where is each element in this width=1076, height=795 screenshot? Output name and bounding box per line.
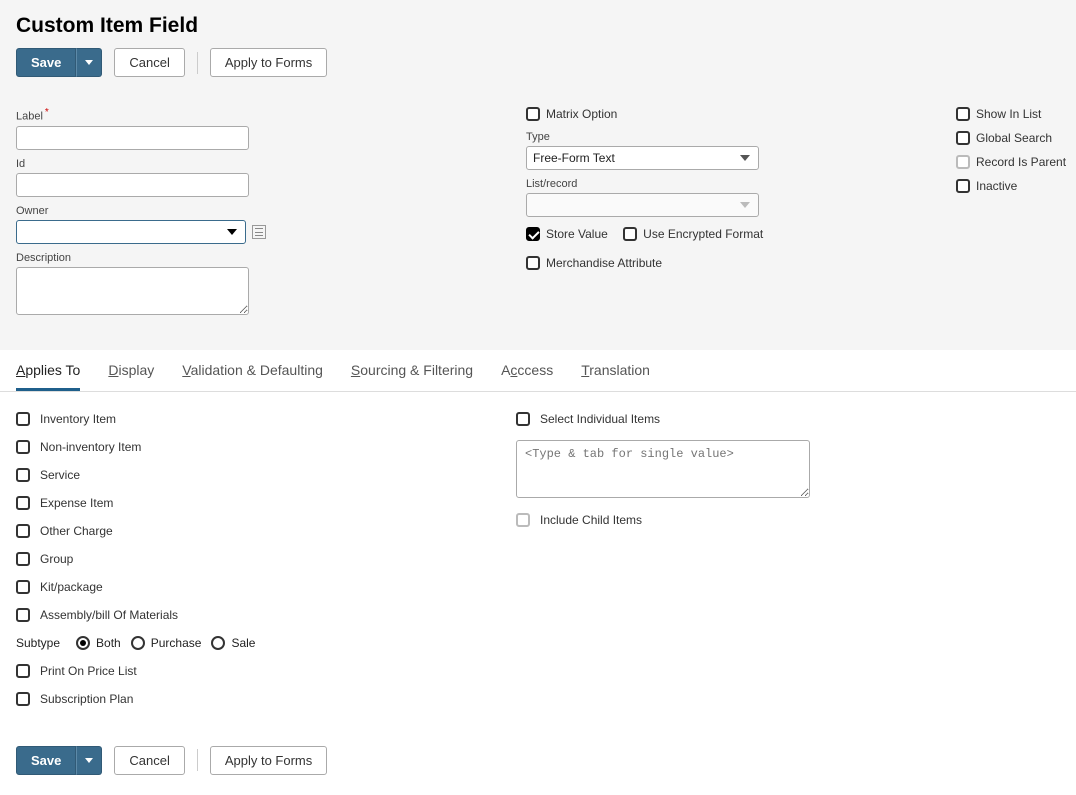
matrix-option-label: Matrix Option (546, 107, 617, 121)
subtype-both-label: Both (96, 636, 121, 650)
apply-to-forms-button-bottom[interactable]: Apply to Forms (210, 746, 327, 775)
record-is-parent-label: Record Is Parent (976, 155, 1066, 169)
include-child-items-checkbox (516, 513, 530, 527)
save-button-bottom[interactable]: Save (16, 746, 76, 775)
caret-down-icon (740, 202, 750, 208)
subscription-plan-checkbox[interactable] (16, 692, 30, 706)
toolbar-separator (197, 749, 198, 771)
assembly-label: Assembly/bill Of Materials (40, 608, 178, 622)
group-checkbox[interactable] (16, 552, 30, 566)
id-label: Id (16, 158, 266, 170)
global-search-checkbox[interactable] (956, 131, 970, 145)
tab-applies-to[interactable]: Applies To (16, 350, 80, 391)
tab-validation[interactable]: Validation & Defaulting (182, 350, 323, 391)
cancel-button[interactable]: Cancel (114, 48, 184, 77)
tab-access[interactable]: Acccess (501, 350, 553, 391)
global-search-label: Global Search (976, 131, 1052, 145)
cancel-button-bottom[interactable]: Cancel (114, 746, 184, 775)
noninventory-item-label: Non-inventory Item (40, 440, 141, 454)
inactive-label: Inactive (976, 179, 1017, 193)
save-dropdown-button-bottom[interactable] (76, 746, 102, 775)
print-price-list-label: Print On Price List (40, 664, 137, 678)
encrypted-label: Use Encrypted Format (643, 227, 763, 241)
top-toolbar: Save Cancel Apply to Forms (16, 48, 1060, 77)
page-title: Custom Item Field (16, 14, 1060, 38)
owner-label: Owner (16, 205, 266, 217)
subscription-plan-label: Subscription Plan (40, 692, 133, 706)
inactive-checkbox[interactable] (956, 179, 970, 193)
type-select[interactable]: Free-Form Text (526, 146, 759, 170)
owner-select[interactable] (16, 220, 246, 244)
type-label: Type (526, 131, 926, 143)
select-individual-items-checkbox[interactable] (516, 412, 530, 426)
subtype-sale-radio[interactable] (211, 636, 225, 650)
kit-checkbox[interactable] (16, 580, 30, 594)
caret-down-icon (85, 60, 93, 65)
description-input[interactable] (16, 267, 249, 315)
caret-down-icon (227, 229, 237, 235)
merch-attribute-checkbox[interactable] (526, 256, 540, 270)
tab-display[interactable]: Display (108, 350, 154, 391)
subtype-purchase-radio[interactable] (131, 636, 145, 650)
tabs: Applies To Display Validation & Defaulti… (16, 350, 1060, 391)
inventory-item-label: Inventory Item (40, 412, 116, 426)
show-in-list-checkbox[interactable] (956, 107, 970, 121)
noninventory-item-checkbox[interactable] (16, 440, 30, 454)
tab-translation[interactable]: Translation (581, 350, 650, 391)
store-value-label: Store Value (546, 227, 608, 241)
expense-item-checkbox[interactable] (16, 496, 30, 510)
subtype-both-radio[interactable] (76, 636, 90, 650)
listrecord-label: List/record (526, 178, 926, 190)
bottom-toolbar: Save Cancel Apply to Forms (0, 740, 1076, 795)
include-child-items-label: Include Child Items (540, 513, 642, 527)
service-label: Service (40, 468, 80, 482)
apply-to-forms-button[interactable]: Apply to Forms (210, 48, 327, 77)
assembly-checkbox[interactable] (16, 608, 30, 622)
caret-down-icon (740, 155, 750, 161)
inventory-item-checkbox[interactable] (16, 412, 30, 426)
record-is-parent-checkbox (956, 155, 970, 169)
store-value-checkbox[interactable] (526, 227, 540, 241)
expense-item-label: Expense Item (40, 496, 113, 510)
subtype-sale-label: Sale (231, 636, 255, 650)
subtype-purchase-label: Purchase (151, 636, 202, 650)
print-price-list-checkbox[interactable] (16, 664, 30, 678)
label-input[interactable] (16, 126, 249, 150)
save-dropdown-button[interactable] (76, 48, 102, 77)
kit-label: Kit/package (40, 580, 103, 594)
owner-popup-icon[interactable] (252, 225, 266, 239)
matrix-option-checkbox[interactable] (526, 107, 540, 121)
toolbar-separator (197, 52, 198, 74)
save-button[interactable]: Save (16, 48, 76, 77)
service-checkbox[interactable] (16, 468, 30, 482)
tab-sourcing[interactable]: Sourcing & Filtering (351, 350, 473, 391)
select-individual-items-label: Select Individual Items (540, 412, 660, 426)
group-label: Group (40, 552, 73, 566)
merch-attribute-label: Merchandise Attribute (546, 256, 662, 270)
encrypted-checkbox[interactable] (623, 227, 637, 241)
individual-items-input[interactable] (516, 440, 810, 498)
other-charge-checkbox[interactable] (16, 524, 30, 538)
label-label: Label* (16, 107, 266, 123)
description-label: Description (16, 252, 266, 264)
other-charge-label: Other Charge (40, 524, 113, 538)
caret-down-icon (85, 758, 93, 763)
show-in-list-label: Show In List (976, 107, 1041, 121)
subtype-label: Subtype (16, 636, 60, 650)
form-header: Label* Id Owner Description Matrix Opt (0, 93, 1076, 350)
listrecord-select[interactable] (526, 193, 759, 217)
id-input[interactable] (16, 173, 249, 197)
